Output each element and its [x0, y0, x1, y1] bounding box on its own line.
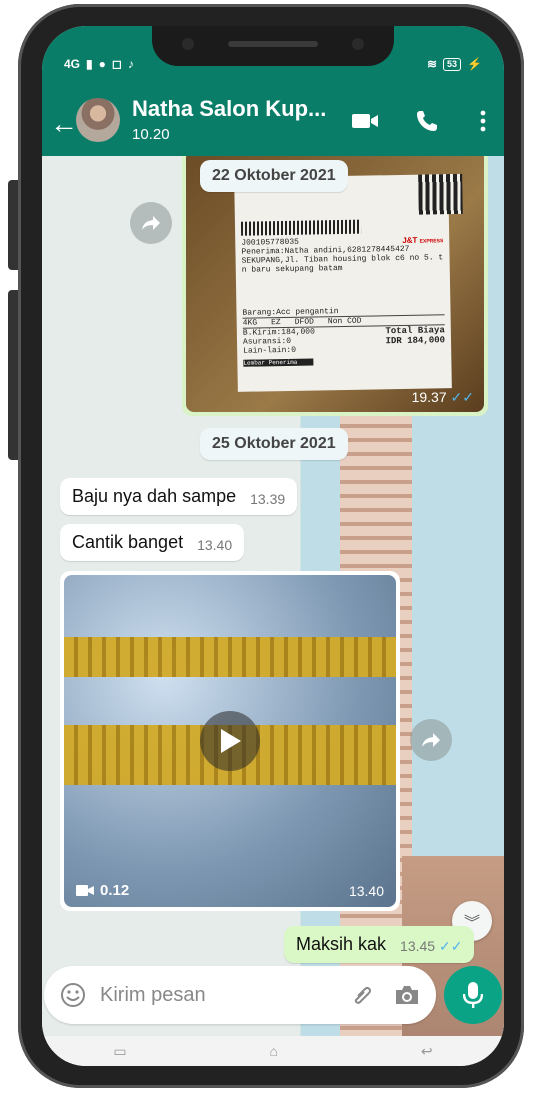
chat-area[interactable]: J00105778035 J&T EXPRESS Penerima:Natha … — [42, 156, 504, 1066]
video-duration: 0.12 — [76, 882, 129, 899]
receipt-dfod: DFOD — [294, 317, 314, 327]
home-icon[interactable]: ⌂ — [270, 1043, 278, 1059]
forward-icon[interactable] — [130, 202, 172, 244]
system-nav-bar: ▭ ⌂ ↩ — [42, 1036, 504, 1066]
qr-code — [418, 173, 463, 215]
recents-icon[interactable]: ▭ — [113, 1043, 126, 1060]
back-nav-icon[interactable]: ↩ — [421, 1043, 433, 1060]
receipt-footer: Lembar Penerima — [243, 358, 314, 367]
receipt-cod: Non COD — [327, 316, 362, 327]
wifi-icon: ≋ — [426, 57, 438, 71]
back-arrow-icon[interactable]: ← — [50, 110, 78, 138]
date-separator: 22 Oktober 2021 — [200, 160, 348, 192]
message-text: Maksih kak — [296, 934, 387, 954]
receipt-image-message[interactable]: J00105778035 J&T EXPRESS Penerima:Natha … — [182, 156, 488, 416]
outgoing-message[interactable]: Maksih kak 13.45 ✓✓ — [284, 926, 475, 963]
message-text: Cantik banget — [72, 532, 184, 552]
signal-icon: ▮ — [86, 57, 93, 71]
receipt-service: EZ — [271, 318, 281, 328]
message-time: 19.37 ✓✓ — [411, 389, 474, 405]
screen: 4G ▮ ● ◻ ♪ ≋ 53 ⚡ ← Natha Salon Kup... 1… — [42, 26, 504, 1066]
receipt-total: IDR 184,000 — [385, 335, 446, 347]
video-camera-icon — [76, 885, 94, 896]
courier-logo: J&T — [402, 235, 418, 245]
receipt-weight: 4KG — [242, 318, 258, 328]
last-seen: 10.20 — [132, 126, 170, 143]
incoming-message[interactable]: Cantik banget 13.40 — [60, 524, 245, 561]
forward-icon[interactable] — [410, 719, 452, 761]
double-check-icon: ✓✓ — [438, 938, 463, 954]
camera-icon[interactable] — [392, 980, 422, 1010]
message-time: 13.40 — [348, 883, 384, 899]
contact-name[interactable]: Natha Salon Kup... — [132, 96, 342, 122]
charging-icon: ⚡ — [467, 57, 482, 71]
speaker-grill — [228, 41, 318, 47]
courier-logo-sub: EXPRESS — [419, 238, 444, 245]
network-indicator: 4G — [64, 57, 81, 71]
microphone-button[interactable] — [444, 966, 502, 1024]
barcode — [240, 219, 362, 236]
receipt-other-fees: Lain-lain:0 — [243, 345, 297, 356]
phone-icon[interactable] — [412, 106, 442, 136]
message-input-bar: Kirim pesan — [44, 966, 436, 1024]
notch — [152, 26, 394, 66]
message-time: 13.40 — [197, 537, 233, 553]
battery-icon: 53 — [443, 57, 462, 71]
double-check-icon: ✓✓ — [450, 389, 474, 405]
avatar[interactable] — [76, 98, 120, 142]
camera-icon — [182, 38, 194, 50]
message-input[interactable]: Kirim pesan — [100, 984, 348, 1007]
more-options-icon[interactable] — [468, 106, 498, 136]
message-time: 13.39 — [250, 491, 286, 507]
whatsapp-icon: ● — [98, 57, 106, 71]
shipping-receipt: J00105778035 J&T EXPRESS Penerima:Natha … — [234, 173, 463, 392]
incoming-message[interactable]: Baju nya dah sampe 13.39 — [60, 478, 298, 515]
video-call-icon[interactable] — [350, 106, 380, 136]
attach-icon[interactable] — [348, 980, 378, 1010]
message-text: Baju nya dah sampe — [72, 486, 237, 506]
message-time: 13.45 ✓✓ — [400, 938, 463, 954]
receipt-photo: J00105778035 J&T EXPRESS Penerima:Natha … — [186, 156, 484, 412]
emoji-icon[interactable] — [58, 980, 88, 1010]
video-message[interactable]: 0.12 13.40 — [60, 571, 400, 911]
play-icon[interactable] — [200, 711, 260, 771]
tiktok-icon: ♪ — [127, 57, 134, 71]
instagram-icon: ◻ — [111, 57, 122, 71]
sensor-icon — [352, 38, 364, 50]
video-thumbnail: 0.12 13.40 — [64, 575, 396, 907]
date-separator: 25 Oktober 2021 — [200, 428, 348, 460]
microphone-icon — [463, 982, 483, 1008]
